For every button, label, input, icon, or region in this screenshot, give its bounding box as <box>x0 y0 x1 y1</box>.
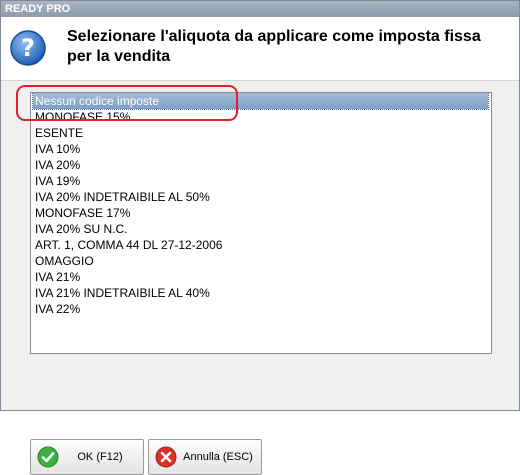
list-item[interactable]: MONOFASE 17% <box>33 205 488 221</box>
title-bar: READY PRO <box>1 1 519 17</box>
list-item[interactable]: IVA 22% <box>33 301 488 317</box>
list-item[interactable]: ESENTE <box>33 125 488 141</box>
list-item[interactable]: MONOFASE 15% <box>33 109 488 125</box>
list-item[interactable]: IVA 19% <box>33 173 488 189</box>
cancel-icon <box>155 446 177 468</box>
list-item[interactable]: OMAGGIO <box>33 253 488 269</box>
window-title: READY PRO <box>5 3 71 15</box>
list-item-selected[interactable]: Nessun codice imposte <box>32 93 489 110</box>
list-item[interactable]: IVA 20% <box>33 157 488 173</box>
ok-button-label: OK (F12) <box>77 451 123 463</box>
tax-code-listbox[interactable]: Nessun codice imposte MONOFASE 15% ESENTE I… <box>30 92 492 354</box>
ok-button[interactable]: OK (F12) <box>30 439 144 475</box>
list-item[interactable]: IVA 21% INDETRAIBILE AL 40% <box>33 285 488 301</box>
cancel-button[interactable]: Annulla (ESC) <box>148 439 262 475</box>
list-item[interactable]: IVA 20% SU N.C. <box>33 221 488 237</box>
list-item[interactable]: IVA 21% <box>33 269 488 285</box>
dialog-window: READY PRO ? Selezionare l'aliquota da ap… <box>0 0 520 475</box>
cancel-button-label: Annulla (ESC) <box>183 451 253 463</box>
check-icon <box>37 446 59 468</box>
dialog-header: ? Selezionare l'aliquota da applicare co… <box>1 17 519 80</box>
svg-text:?: ? <box>21 34 35 62</box>
dialog-message: Selezionare l'aliquota da applicare come… <box>67 28 481 65</box>
list-item[interactable]: IVA 20% INDETRAIBILE AL 50% <box>33 189 488 205</box>
question-icon: ? <box>10 30 46 66</box>
dialog-body: Nessun codice imposte MONOFASE 15% ESENTE I… <box>1 80 519 475</box>
list-item[interactable]: IVA 10% <box>33 141 488 157</box>
list-item[interactable]: ART. 1, COMMA 44 DL 27-12-2006 <box>33 237 488 253</box>
